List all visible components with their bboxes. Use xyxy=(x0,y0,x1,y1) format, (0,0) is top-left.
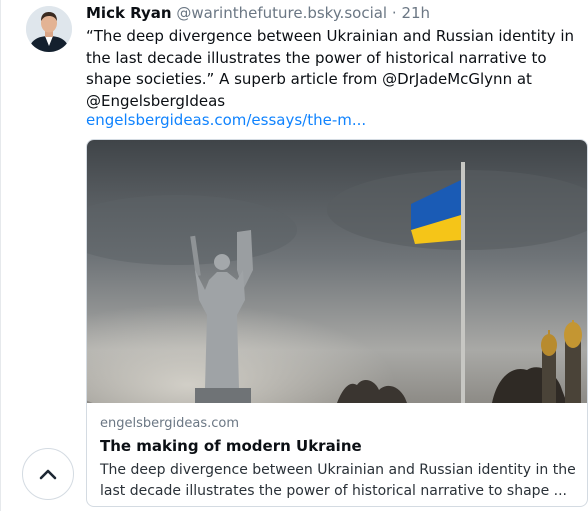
separator-dot: · xyxy=(391,4,397,22)
post[interactable]: Mick Ryan @warinthefuture.bsky.social · … xyxy=(0,0,588,511)
card-description: The deep divergence between Ukrainian an… xyxy=(100,462,576,499)
author-handle[interactable]: @warinthefuture.bsky.social xyxy=(176,4,387,22)
card-domain: engelsbergideas.com xyxy=(100,416,239,431)
avatar[interactable] xyxy=(26,6,72,52)
post-link[interactable]: engelsbergideas.com/essays/the-m... xyxy=(86,110,366,130)
card-image xyxy=(87,140,587,403)
avatar-image xyxy=(26,6,72,52)
author-name[interactable]: Mick Ryan xyxy=(86,4,172,22)
link-card[interactable]: engelsbergideas.com The making of modern… xyxy=(86,139,588,507)
post-time[interactable]: 21h xyxy=(401,4,430,22)
scroll-to-top-button[interactable] xyxy=(22,448,74,500)
post-text: “The deep divergence between Ukrainian a… xyxy=(86,27,575,110)
post-header: Mick Ryan @warinthefuture.bsky.social · … xyxy=(86,4,430,22)
card-title: The making of modern Ukraine xyxy=(100,437,362,455)
chevron-up-icon xyxy=(39,469,57,480)
